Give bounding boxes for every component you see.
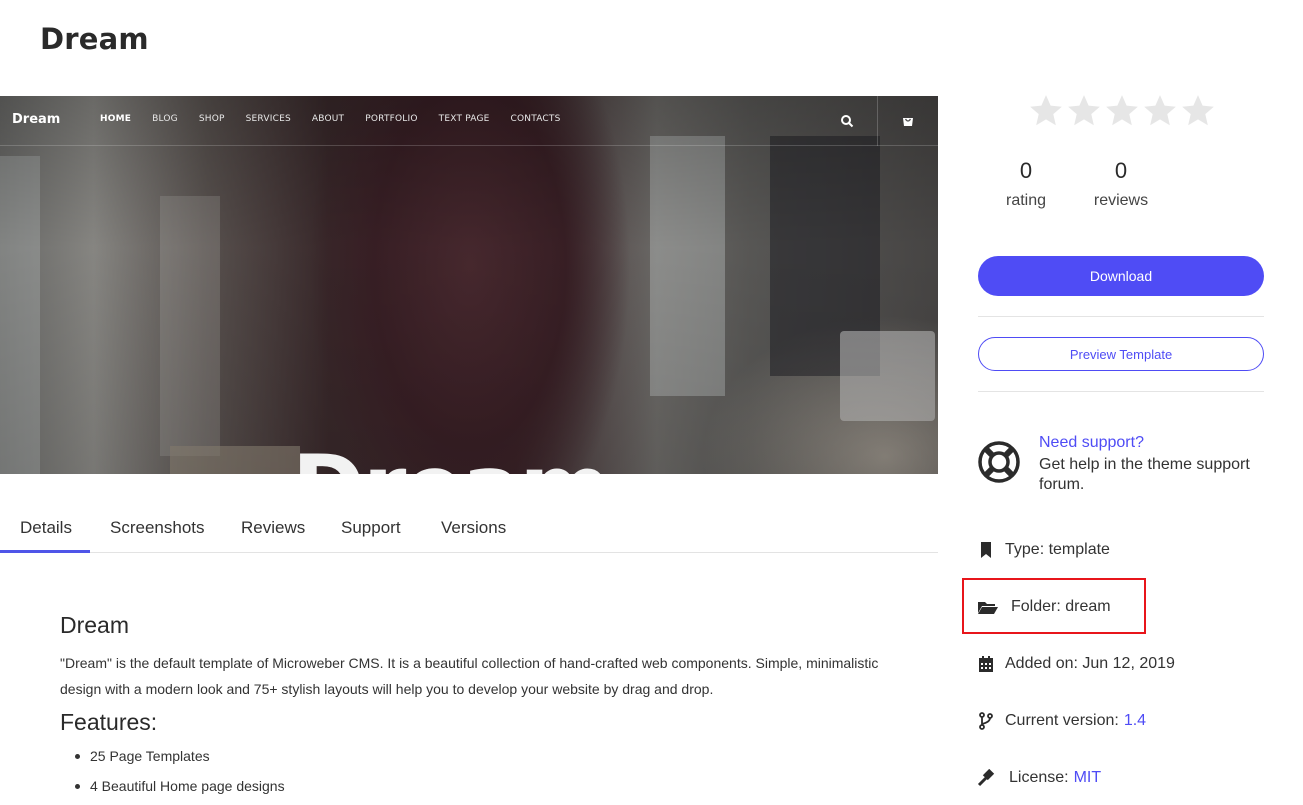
preview-menu-item: HOME [100,114,132,124]
calendar-icon [979,656,993,672]
star-icon[interactable] [1027,92,1065,130]
download-button[interactable]: Download [978,256,1264,296]
preview-menu: HOME BLOG SHOP SERVICES ABOUT PORTFOLIO … [100,114,582,124]
reviews-label: reviews [1093,192,1149,209]
hero-shade [0,96,938,474]
preview-menu-item: SERVICES [245,114,291,124]
meta-version: Current version: 1.4 [977,709,1146,733]
tab-details[interactable]: Details [20,518,72,538]
preview-template-button[interactable]: Preview Template [978,337,1264,371]
need-support-link[interactable]: Need support? [1039,434,1144,452]
tab-reviews[interactable]: Reviews [241,518,305,538]
star-icon[interactable] [1141,92,1179,130]
preview-menu-item: TEXT PAGE [438,114,490,124]
tab-support[interactable]: Support [341,518,401,538]
star-icon[interactable] [1065,92,1103,130]
preview-menu-item: PORTFOLIO [365,114,418,124]
meta-added-text: Added on: Jun 12, 2019 [1005,655,1175,672]
details-title: Dream [60,612,130,638]
preview-menu-item: BLOG [152,114,178,124]
cart-icon [903,118,913,126]
preview-menu-item: SHOP [198,114,225,124]
divider [978,391,1264,392]
preview-headline: Dream. [292,444,643,475]
meta-version-label: Current version: [1005,712,1119,729]
features-list: 25 Page Templates 4 Beautiful Home page … [75,748,285,805]
support-text: Get help in the theme support forum. [1039,456,1250,493]
meta-version-link[interactable]: 1.4 [1124,712,1146,730]
details-description: "Dream" is the default template of Micro… [60,655,879,697]
rating-label: rating [1005,192,1047,209]
meta-type: Type: template [977,538,1110,562]
lifebuoy-icon [978,441,1020,483]
star-icon[interactable] [1103,92,1141,130]
code-branch-icon [979,712,993,730]
rating-stars [1027,92,1217,130]
meta-type-text: Type: template [1005,541,1110,558]
meta-license-label: License: [1009,769,1069,786]
meta-license: License: MIT [977,766,1101,790]
features-title: Features: [60,709,158,735]
page-title: Dream [40,22,149,56]
preview-logo: Dream [12,112,61,127]
search-icon [841,115,854,128]
rating-count: 0 [1019,158,1033,183]
meta-added: Added on: Jun 12, 2019 [977,652,1175,676]
preview-menu-item: ABOUT [311,114,345,124]
preview-navbar: Dream HOME BLOG SHOP SERVICES ABOUT PORT… [0,96,938,146]
reviews-count: 0 [1114,158,1128,183]
rating-stat: 0 rating [996,158,1056,210]
active-tab-indicator [0,550,90,553]
nav-divider [877,96,878,146]
bookmark-icon [981,542,991,558]
star-icon[interactable] [1179,92,1217,130]
list-item: 4 Beautiful Home page designs [75,778,285,805]
tab-screenshots[interactable]: Screenshots [110,518,205,538]
tab-versions[interactable]: Versions [441,518,506,538]
gavel-icon [977,769,995,787]
reviews-stat: 0 reviews [1086,158,1156,210]
preview-menu-item: CONTACTS [510,114,561,124]
list-item: 25 Page Templates [75,748,285,778]
divider [978,316,1264,317]
meta-license-link[interactable]: MIT [1074,769,1102,787]
template-preview-image: Dream HOME BLOG SHOP SERVICES ABOUT PORT… [0,96,938,474]
detail-tabs: Details Screenshots Reviews Support Vers… [0,505,938,553]
highlight-box [962,578,1146,634]
